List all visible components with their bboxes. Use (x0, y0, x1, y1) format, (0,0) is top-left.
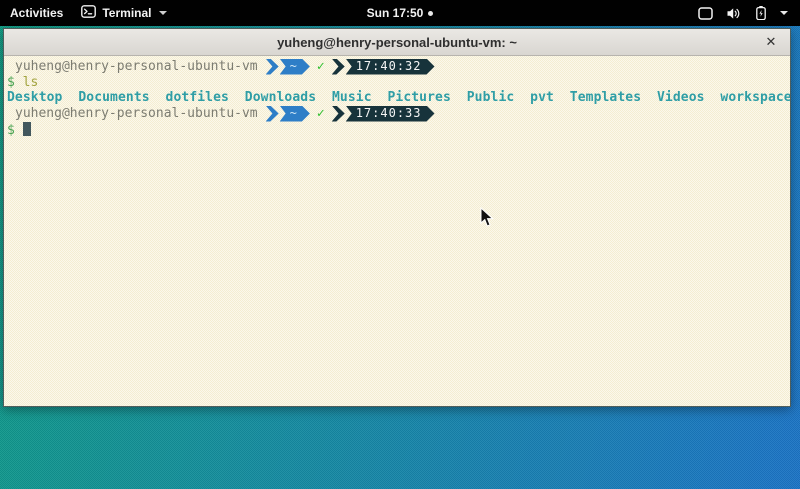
prompt-time: 17:40:33 (346, 106, 435, 122)
volume-icon (726, 7, 742, 20)
chevron-down-icon (780, 11, 788, 15)
prompt-status-ok-icon: ✓ (317, 59, 325, 74)
terminal-screen[interactable]: yuheng@henry-personal-ubuntu-vm ~ ✓ 17:4… (4, 56, 790, 406)
powerline-arrow-icon (332, 106, 345, 122)
powerline-prompt: ~ ✓ 17:40:33 (266, 106, 435, 122)
window-title: yuheng@henry-personal-ubuntu-vm: ~ (277, 35, 517, 50)
prompt-user-host: yuheng@henry-personal-ubuntu-vm (15, 106, 258, 121)
clock-label: Sun 17:50 (367, 6, 424, 20)
prompt-time: 17:40:32 (346, 59, 435, 75)
system-status-area[interactable] (698, 6, 788, 20)
command-line-current[interactable]: $ (7, 122, 790, 138)
prompt-dollar: $ (7, 75, 15, 90)
powerline-arrow-icon (266, 59, 279, 75)
notification-dot (428, 11, 433, 16)
prompt-line: yuheng@henry-personal-ubuntu-vm ~ ✓ 17:4… (7, 58, 790, 75)
battery-charging-icon (755, 6, 767, 20)
powerline-arrow-icon (266, 106, 279, 122)
terminal-window: yuheng@henry-personal-ubuntu-vm: ~ ✕ yuh… (3, 28, 791, 407)
app-menu-label: Terminal (102, 6, 151, 20)
prompt-cwd: ~ (280, 59, 310, 75)
app-menu[interactable]: Terminal (81, 5, 167, 21)
window-titlebar[interactable]: yuheng@henry-personal-ubuntu-vm: ~ ✕ (4, 29, 790, 56)
screen-icon (698, 7, 713, 20)
clock-button[interactable]: Sun 17:50 (367, 6, 434, 20)
prompt-line: yuheng@henry-personal-ubuntu-vm ~ ✓ 17:4… (7, 105, 790, 122)
close-button[interactable]: ✕ (761, 32, 781, 52)
chevron-down-icon (159, 11, 167, 15)
command-line: $ ls (7, 75, 790, 90)
ls-output: Desktop Documents dotfiles Downloads Mus… (7, 90, 790, 105)
activities-button[interactable]: Activities (10, 6, 63, 20)
powerline-prompt: ~ ✓ 17:40:32 (266, 59, 435, 75)
terminal-icon (81, 5, 96, 21)
prompt-dollar: $ (7, 123, 15, 138)
terminal-cursor (23, 122, 31, 136)
top-bar: Activities Terminal Sun 17:50 (0, 0, 800, 26)
prompt-status-ok-icon: ✓ (317, 106, 325, 121)
powerline-arrow-icon (332, 59, 345, 75)
typed-command: ls (23, 75, 39, 90)
prompt-cwd: ~ (280, 106, 310, 122)
prompt-user-host: yuheng@henry-personal-ubuntu-vm (15, 59, 258, 74)
